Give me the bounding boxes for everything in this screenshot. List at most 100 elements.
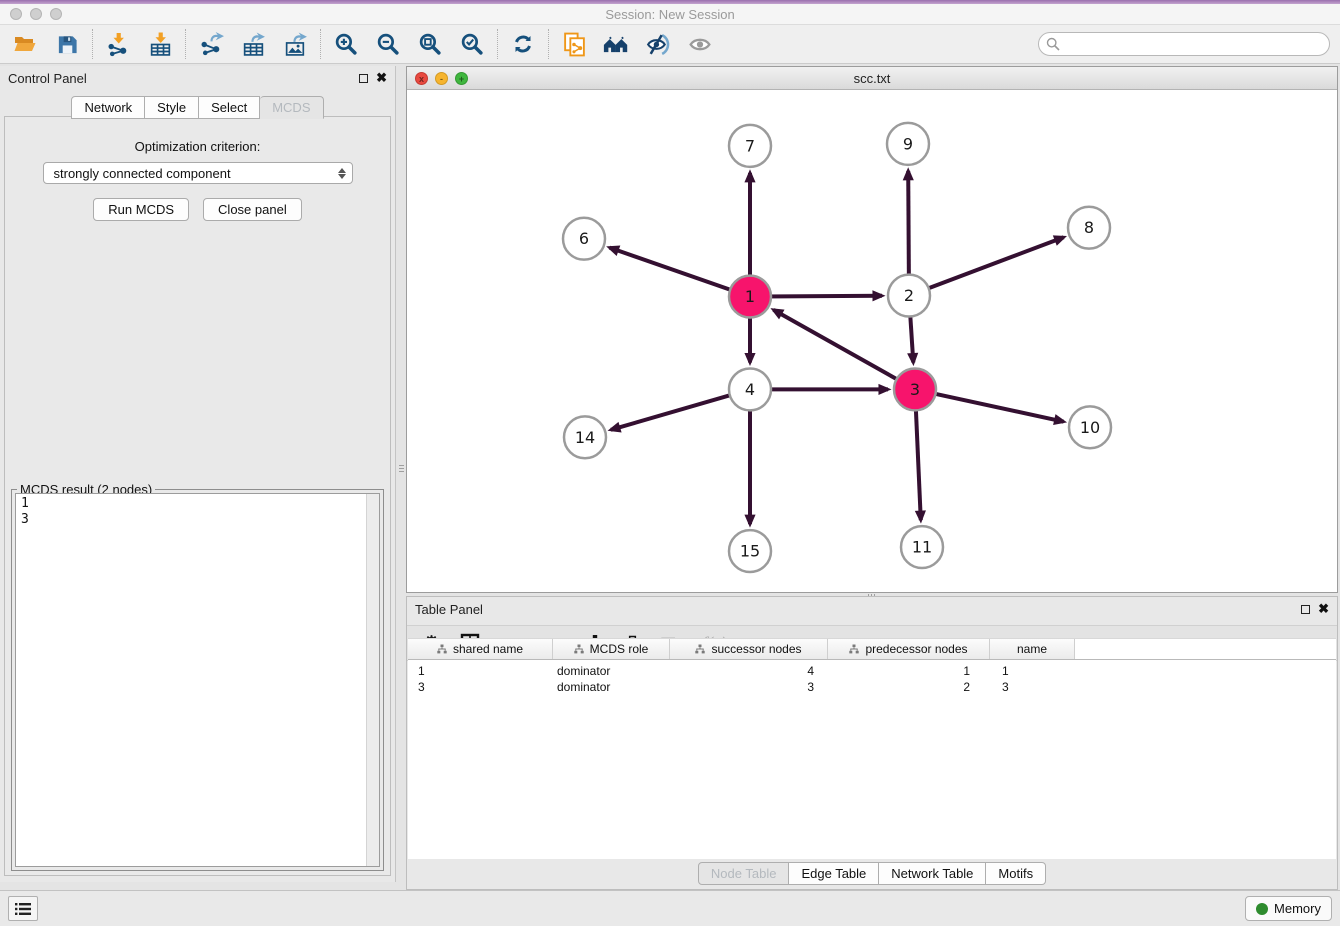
- cell-shared-name: 1: [408, 664, 553, 678]
- graph-node-label-7: 7: [745, 136, 755, 155]
- column-header-successor-nodes[interactable]: successor nodes: [670, 639, 828, 659]
- mcds-result-node: 1: [21, 496, 361, 512]
- tab-style[interactable]: Style: [145, 96, 199, 119]
- graph-node-label-6: 6: [579, 229, 589, 248]
- export-table-icon[interactable]: [240, 31, 266, 57]
- run-mcds-button[interactable]: Run MCDS: [93, 198, 189, 221]
- home-icon[interactable]: [603, 31, 629, 57]
- graph-edge-2-8[interactable]: [909, 237, 1064, 295]
- export-network-icon[interactable]: [198, 31, 224, 57]
- memory-status-dot: [1256, 903, 1268, 915]
- close-panel-icon[interactable]: ✖: [1318, 604, 1329, 614]
- export-image-icon[interactable]: [282, 31, 308, 57]
- graph-node-label-4: 4: [745, 380, 755, 399]
- column-header-mcds-role[interactable]: MCDS role: [553, 639, 670, 659]
- clone-network-icon[interactable]: [561, 31, 587, 57]
- result-scrollbar[interactable]: [366, 494, 379, 866]
- network-window-titlebar[interactable]: x - + scc.txt: [407, 67, 1337, 90]
- column-hierarchy-icon: [574, 644, 584, 654]
- hide-panel-eye-icon[interactable]: [645, 31, 671, 57]
- zoom-out-icon[interactable]: [375, 31, 401, 57]
- graph-edge-1-6[interactable]: [610, 248, 751, 297]
- graph-node-label-1: 1: [745, 287, 755, 306]
- chevron-up-down-icon: [338, 168, 346, 179]
- control-panel-tabs: Network Style Select MCDS: [0, 96, 395, 119]
- table-row[interactable]: 3 dominator 3 2 3: [408, 679, 1336, 695]
- column-header-shared-name[interactable]: shared name: [408, 639, 553, 659]
- open-file-icon[interactable]: [12, 31, 38, 57]
- graph-edge-3-10[interactable]: [915, 389, 1064, 421]
- close-panel-icon[interactable]: ✖: [376, 73, 387, 83]
- graph-svg: 7968124314101511: [407, 90, 1337, 592]
- window-title: Session: New Session: [0, 7, 1340, 22]
- table-panel-title: Table Panel: [415, 602, 483, 617]
- task-history-button[interactable]: [8, 896, 38, 921]
- zoom-fit-icon[interactable]: [417, 31, 443, 57]
- network-window-title: scc.txt: [407, 71, 1337, 86]
- tab-edge-table[interactable]: Edge Table: [789, 862, 879, 885]
- tab-network[interactable]: Network: [71, 96, 145, 119]
- list-icon: [15, 902, 31, 916]
- column-header-name[interactable]: name: [990, 639, 1075, 659]
- mcds-result-node: 3: [21, 512, 361, 528]
- graph-edges: [610, 171, 1064, 524]
- tab-node-table[interactable]: Node Table: [698, 862, 790, 885]
- cell-successor-nodes: 3: [670, 680, 828, 694]
- cell-mcds-role: dominator: [553, 680, 670, 694]
- graph-node-label-11: 11: [912, 538, 932, 557]
- cell-predecessor-nodes: 1: [828, 664, 990, 678]
- criterion-selected-value: strongly connected component: [54, 166, 231, 181]
- memory-button[interactable]: Memory: [1245, 896, 1332, 921]
- control-panel-header: Control Panel ✖: [0, 66, 395, 90]
- graph-node-label-3: 3: [910, 380, 920, 399]
- close-panel-button[interactable]: Close panel: [203, 198, 302, 221]
- cell-mcds-role: dominator: [553, 664, 670, 678]
- mcds-result-group: MCDS result (2 nodes) 1 3: [11, 489, 384, 871]
- cell-name: 3: [990, 680, 1075, 694]
- criterion-select[interactable]: strongly connected component: [43, 162, 353, 184]
- table-panel: Table Panel ✖ ⚙ ✓✓: [406, 596, 1338, 890]
- table-row[interactable]: 1 dominator 4 1 1: [408, 663, 1336, 679]
- graph-edge-3-1[interactable]: [774, 310, 916, 390]
- tab-select[interactable]: Select: [199, 96, 260, 119]
- node-table: shared name MCDS role successor nodes pr…: [408, 638, 1336, 859]
- import-network-icon[interactable]: [105, 31, 131, 57]
- tab-motifs[interactable]: Motifs: [986, 862, 1046, 885]
- main-area: Control Panel ✖ Network Style Select MCD…: [0, 65, 1340, 890]
- graph-node-label-2: 2: [904, 286, 914, 305]
- float-panel-icon[interactable]: [359, 74, 368, 83]
- refresh-layout-icon[interactable]: [510, 31, 536, 57]
- cell-shared-name: 3: [408, 680, 553, 694]
- table-header-row: shared name MCDS role successor nodes pr…: [408, 638, 1336, 660]
- save-session-icon[interactable]: [54, 31, 80, 57]
- show-panel-eye-icon[interactable]: [687, 31, 713, 57]
- tab-mcds[interactable]: MCDS: [260, 96, 323, 119]
- cell-predecessor-nodes: 2: [828, 680, 990, 694]
- status-bar: Memory: [0, 890, 1340, 926]
- cell-name: 1: [990, 664, 1075, 678]
- column-header-predecessor-nodes[interactable]: predecessor nodes: [828, 639, 990, 659]
- table-panel-header: Table Panel ✖: [407, 597, 1337, 621]
- network-canvas[interactable]: 7968124314101511: [407, 90, 1337, 592]
- tab-network-table[interactable]: Network Table: [879, 862, 986, 885]
- column-hierarchy-icon: [437, 644, 447, 654]
- cell-successor-nodes: 4: [670, 664, 828, 678]
- column-hierarchy-icon: [695, 644, 705, 654]
- zoom-selected-icon[interactable]: [459, 31, 485, 57]
- vertical-splitter-handle[interactable]: [397, 455, 405, 481]
- import-table-icon[interactable]: [147, 31, 173, 57]
- control-panel: Control Panel ✖ Network Style Select MCD…: [0, 66, 396, 882]
- control-panel-title: Control Panel: [8, 71, 87, 86]
- graph-node-label-15: 15: [740, 542, 760, 561]
- mcds-tab-content: Optimization criterion: strongly connect…: [4, 116, 391, 876]
- graph-node-label-10: 10: [1080, 418, 1100, 437]
- search-input[interactable]: [1038, 32, 1330, 56]
- table-panel-tabs: Node Table Edge Table Network Table Moti…: [407, 862, 1337, 885]
- float-panel-icon[interactable]: [1301, 605, 1310, 614]
- graph-node-label-9: 9: [903, 134, 913, 153]
- memory-label: Memory: [1274, 901, 1321, 916]
- mcds-result-list: 1 3: [16, 494, 366, 866]
- graph-node-label-8: 8: [1084, 218, 1094, 237]
- optimization-criterion-label: Optimization criterion:: [5, 139, 390, 154]
- zoom-in-icon[interactable]: [333, 31, 359, 57]
